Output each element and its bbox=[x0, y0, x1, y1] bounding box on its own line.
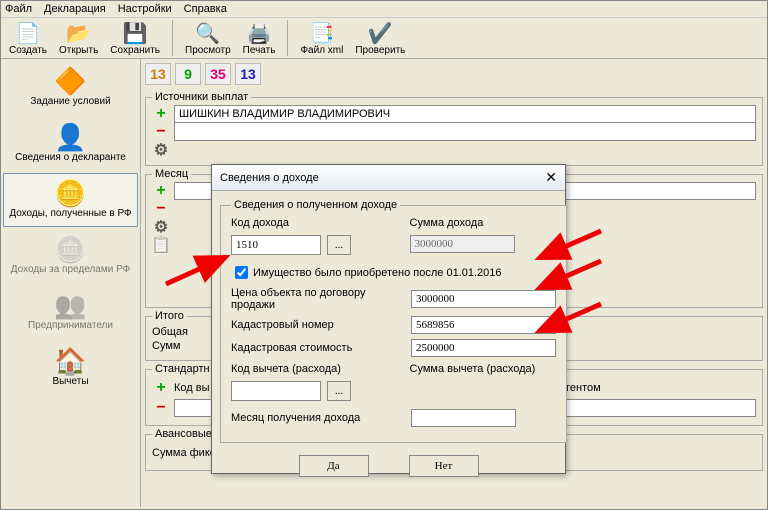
toolbar-sep bbox=[172, 20, 173, 56]
new-doc-icon: 📄 bbox=[16, 21, 40, 45]
dialog-fs-legend: Сведения о полученном доходе bbox=[231, 199, 400, 211]
menu-settings[interactable]: Настройки bbox=[118, 3, 172, 15]
tb-xml[interactable]: 📑Файл xml bbox=[300, 21, 343, 56]
tab-13a[interactable]: 13 bbox=[145, 63, 171, 85]
sidebar-income-foreign[interactable]: 🪙Доходы за пределами РФ bbox=[3, 229, 138, 283]
menu-file[interactable]: Файл bbox=[5, 3, 32, 15]
kadnum-label: Кадастровый номер bbox=[231, 319, 411, 331]
edit-source-icon[interactable]: ⚙ bbox=[152, 141, 170, 159]
app-window: Файл Декларация Настройки Справка 📄Созда… bbox=[0, 0, 768, 510]
rate-tabs: 13 9 35 13 bbox=[145, 63, 763, 85]
print-icon: 🖨️ bbox=[247, 21, 271, 45]
sidebar-deductions[interactable]: 🏠Вычеты bbox=[3, 341, 138, 395]
coins-icon: 🪙 bbox=[54, 180, 86, 208]
remove-income-icon[interactable]: − bbox=[152, 200, 170, 218]
person-icon: 👤 bbox=[54, 124, 86, 152]
yes-button[interactable]: Да bbox=[299, 455, 369, 477]
add-source-icon[interactable]: + bbox=[152, 105, 170, 123]
month-label: Месяц получения дохода bbox=[231, 412, 411, 424]
menu-declaration[interactable]: Декларация bbox=[44, 3, 106, 15]
add-std-icon[interactable]: + bbox=[152, 379, 170, 397]
tb-preview[interactable]: 🔍Просмотр bbox=[185, 21, 231, 56]
tb-check[interactable]: ✔️Проверить bbox=[355, 21, 405, 56]
annotation-arrow-kadcost bbox=[531, 299, 611, 339]
dedcode-input[interactable] bbox=[231, 381, 321, 401]
dialog-titlebar: Сведения о доходе ✕ bbox=[212, 165, 565, 191]
save-icon: 💾 bbox=[123, 21, 147, 45]
xml-icon: 📑 bbox=[310, 21, 334, 45]
dedsum-label: Сумма вычета (расхода) bbox=[410, 363, 557, 375]
toolbar-sep bbox=[287, 20, 288, 56]
tree-icon: 🔶 bbox=[54, 68, 86, 96]
totals-legend: Итого bbox=[152, 310, 187, 322]
tab-35[interactable]: 35 bbox=[205, 63, 231, 85]
tb-open[interactable]: 📂Открыть bbox=[59, 21, 98, 56]
code-lookup-button[interactable]: ... bbox=[327, 235, 351, 255]
annotation-arrow-checkbox bbox=[156, 249, 236, 289]
dedcode-lookup-button[interactable]: ... bbox=[327, 381, 351, 401]
preview-icon: 🔍 bbox=[196, 21, 220, 45]
tab-13b[interactable]: 13 bbox=[235, 63, 261, 85]
dialog-fieldset: Сведения о полученном доходе Код дохода … bbox=[220, 199, 567, 443]
kadcost-label: Кадастровая стоимость bbox=[231, 342, 411, 354]
deduction-icon: 🏠 bbox=[54, 348, 86, 376]
income-dialog: Сведения о доходе ✕ Сведения о полученно… bbox=[211, 164, 566, 474]
std-codelabel: Код вы bbox=[174, 382, 210, 394]
add-income-icon[interactable]: + bbox=[152, 182, 170, 200]
globe-coins-icon: 🪙 bbox=[54, 236, 86, 264]
tb-create[interactable]: 📄Создать bbox=[9, 21, 47, 56]
menubar: Файл Декларация Настройки Справка bbox=[1, 1, 767, 18]
edit-income-icon[interactable]: ⚙ bbox=[152, 218, 170, 236]
months-legend: Месяц bbox=[152, 168, 191, 180]
people-icon: 👥 bbox=[54, 292, 86, 320]
month-input[interactable] bbox=[411, 409, 516, 427]
folder-open-icon: 📂 bbox=[67, 21, 91, 45]
kadcost-input[interactable] bbox=[411, 339, 556, 357]
remove-std-icon[interactable]: − bbox=[152, 399, 170, 417]
menu-help[interactable]: Справка bbox=[184, 3, 227, 15]
code-label: Код дохода bbox=[231, 217, 378, 229]
source-row[interactable]: ШИШКИН ВЛАДИМИР ВЛАДИМИРОВИЧ bbox=[174, 105, 756, 123]
sources-legend: Источники выплат bbox=[152, 91, 251, 103]
annotation-arrow-kad bbox=[531, 256, 611, 296]
totals-line1: Общая bbox=[152, 326, 188, 338]
sources-fieldset: Источники выплат + − ⚙ ШИШКИН ВЛАДИМИР В… bbox=[145, 91, 763, 166]
check-icon: ✔️ bbox=[368, 21, 392, 45]
no-button[interactable]: Нет bbox=[409, 455, 479, 477]
remove-source-icon[interactable]: − bbox=[152, 123, 170, 141]
tb-save[interactable]: 💾Сохранить bbox=[110, 21, 160, 56]
after-2016-label: Имущество было приобретено после 01.01.2… bbox=[253, 267, 502, 279]
sum-input bbox=[410, 235, 515, 253]
source-row-empty[interactable] bbox=[174, 123, 756, 141]
price-label: Цена объекта по договору продажи bbox=[231, 287, 411, 311]
totals-line2: Сумм bbox=[152, 340, 180, 352]
after-2016-checkbox[interactable] bbox=[235, 266, 248, 279]
sidebar-declarant[interactable]: 👤Сведения о декларанте bbox=[3, 117, 138, 171]
sidebar-income-rf[interactable]: 🪙Доходы, полученные в РФ bbox=[3, 173, 138, 227]
sidebar: 🔶Задание условий 👤Сведения о декларанте … bbox=[1, 59, 141, 507]
sidebar-entrepreneurs[interactable]: 👥Предприниматели bbox=[3, 285, 138, 339]
close-icon[interactable]: ✕ bbox=[545, 169, 557, 186]
std-legend: Стандартн bbox=[152, 363, 213, 375]
tb-print[interactable]: 🖨️Печать bbox=[243, 21, 276, 56]
dedcode-label: Код вычета (расхода) bbox=[231, 363, 378, 375]
code-input[interactable] bbox=[231, 235, 321, 255]
sidebar-conditions[interactable]: 🔶Задание условий bbox=[3, 61, 138, 115]
toolbar: 📄Создать 📂Открыть 💾Сохранить 🔍Просмотр 🖨… bbox=[1, 18, 767, 59]
tab-9[interactable]: 9 bbox=[175, 63, 201, 85]
dialog-title: Сведения о доходе bbox=[220, 172, 319, 184]
